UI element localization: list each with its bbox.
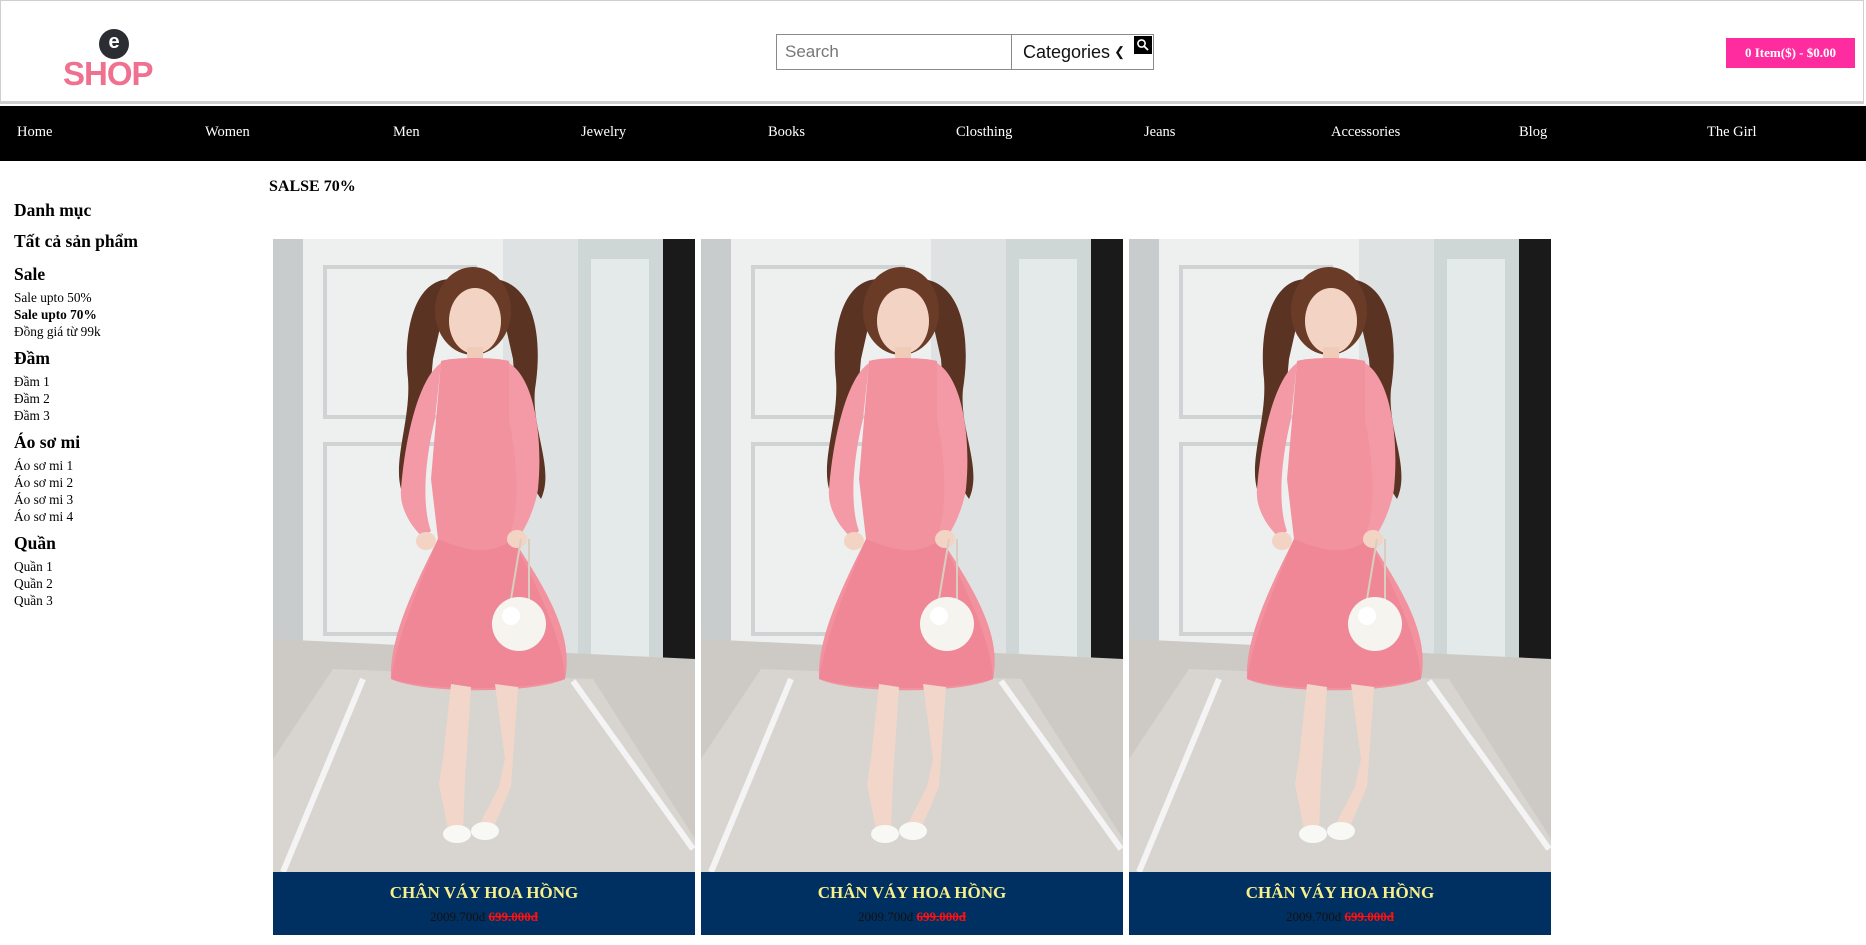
product-card[interactable]: CHÂN VÁY HOA HỒNG 2009.700đ 699.000đ (273, 239, 695, 935)
product-image[interactable] (701, 239, 1123, 872)
product-sale-price: 699.000đ (488, 909, 538, 924)
categories-select[interactable]: Categories ❮ (1013, 35, 1133, 69)
sidebar-link-quan-3[interactable]: Quần 3 (14, 592, 234, 609)
product-name[interactable]: CHÂN VÁY HOA HỒNG (273, 883, 695, 903)
cart-button[interactable]: 0 Item($) - $0.00 (1726, 38, 1855, 68)
product-photo (701, 239, 1123, 872)
search-bar: Categories ❮ (776, 34, 1154, 70)
nav-item-jeans[interactable]: Jeans (1144, 106, 1175, 161)
product-caption: CHÂN VÁY HOA HỒNG 2009.700đ 699.000đ (1129, 872, 1551, 935)
sidebar-heading-sale[interactable]: Sale (14, 264, 234, 285)
product-price: 2009.700đ (858, 909, 914, 924)
sidebar-title: Danh mục (14, 200, 92, 220)
category-sidebar: Danh mục Tất cả sản phẩm Sale Sale upto … (14, 196, 234, 609)
section-title: SALSE 70% (269, 178, 356, 195)
product-image[interactable] (273, 239, 695, 872)
search-icon (1137, 39, 1149, 51)
sidebar-all-products[interactable]: Tất cả sản phẩm (14, 231, 234, 252)
search-button[interactable] (1134, 36, 1152, 54)
chevron-down-icon: ❮ (1114, 44, 1125, 59)
sidebar-link-dam-1[interactable]: Đầm 1 (14, 373, 234, 390)
categories-select-value: Categories (1023, 42, 1111, 62)
product-prices: 2009.700đ 699.000đ (1129, 909, 1551, 925)
nav-item-jewelry[interactable]: Jewelry (581, 106, 626, 161)
product-caption: CHÂN VÁY HOA HỒNG 2009.700đ 699.000đ (701, 872, 1123, 935)
site-header: e SHOP Categories ❮ 0 Item($) - $0.00 (0, 0, 1864, 104)
product-photo (1129, 239, 1551, 872)
shop-logo[interactable]: e SHOP (63, 29, 173, 92)
sidebar-link-sale-70[interactable]: Sale upto 70% (14, 306, 234, 323)
nav-item-books[interactable]: Books (768, 106, 805, 161)
sidebar-heading-quan[interactable]: Quần (14, 533, 234, 554)
sidebar-link-ao-so-mi-1[interactable]: Áo sơ mi 1 (14, 457, 234, 474)
logo-text: SHOP (63, 55, 154, 92)
nav-item-the-girl[interactable]: The Girl (1707, 106, 1757, 161)
sidebar-link-dam-2[interactable]: Đầm 2 (14, 390, 234, 407)
search-input[interactable] (777, 35, 1012, 69)
product-price: 2009.700đ (1286, 909, 1342, 924)
nav-item-accessories[interactable]: Accessories (1331, 106, 1400, 161)
sidebar-link-ao-so-mi-3[interactable]: Áo sơ mi 3 (14, 491, 234, 508)
sidebar-link-ao-so-mi-2[interactable]: Áo sơ mi 2 (14, 474, 234, 491)
sidebar-link-ao-so-mi-4[interactable]: Áo sơ mi 4 (14, 508, 234, 525)
main-nav: Home Women Men Jewelry Books Closthing J… (0, 106, 1866, 161)
sidebar-link-dam-3[interactable]: Đầm 3 (14, 407, 234, 424)
product-price: 2009.700đ (430, 909, 486, 924)
nav-item-men[interactable]: Men (393, 106, 420, 161)
product-prices: 2009.700đ 699.000đ (273, 909, 695, 925)
nav-item-women[interactable]: Women (205, 106, 250, 161)
sidebar-heading-dam[interactable]: Đầm (14, 348, 234, 369)
product-image[interactable] (1129, 239, 1551, 872)
sidebar-link-dong-gia-99k[interactable]: Đồng giá từ 99k (14, 323, 234, 340)
sidebar-link-quan-2[interactable]: Quần 2 (14, 575, 234, 592)
nav-item-closthing[interactable]: Closthing (956, 106, 1012, 161)
sidebar-link-quan-1[interactable]: Quần 1 (14, 558, 234, 575)
product-prices: 2009.700đ 699.000đ (701, 909, 1123, 925)
sidebar-heading-ao-so-mi[interactable]: Áo sơ mi (14, 432, 234, 453)
sidebar-link-sale-50[interactable]: Sale upto 50% (14, 289, 234, 306)
product-sale-price: 699.000đ (916, 909, 966, 924)
product-caption: CHÂN VÁY HOA HỒNG 2009.700đ 699.000đ (273, 872, 695, 935)
nav-item-blog[interactable]: Blog (1519, 106, 1547, 161)
product-card[interactable]: CHÂN VÁY HOA HỒNG 2009.700đ 699.000đ (701, 239, 1123, 935)
product-photo (273, 239, 695, 872)
product-name[interactable]: CHÂN VÁY HOA HỒNG (701, 883, 1123, 903)
product-card[interactable]: CHÂN VÁY HOA HỒNG 2009.700đ 699.000đ (1129, 239, 1551, 935)
nav-item-home[interactable]: Home (17, 106, 52, 161)
product-name[interactable]: CHÂN VÁY HOA HỒNG (1129, 883, 1551, 903)
product-sale-price: 699.000đ (1344, 909, 1394, 924)
